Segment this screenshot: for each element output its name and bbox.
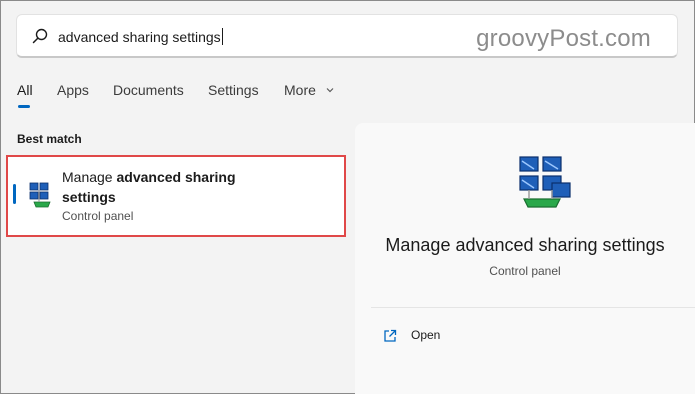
open-label: Open (411, 328, 441, 342)
tab-documents[interactable]: Documents (113, 82, 184, 98)
watermark: groovyPost.com (476, 25, 651, 52)
tab-settings[interactable]: Settings (208, 82, 259, 98)
network-sharing-icon (519, 156, 571, 208)
text-caret (221, 28, 223, 45)
preview-pane: Manage advanced sharing settings Control… (355, 123, 695, 394)
search-icon (32, 28, 48, 44)
divider (371, 307, 695, 308)
best-match-result[interactable]: Manage advanced sharing settings Control … (6, 155, 346, 237)
chevron-down-icon (326, 88, 334, 93)
network-sharing-icon (29, 182, 51, 208)
active-tab-indicator (18, 105, 30, 108)
preview-title: Manage advanced sharing settings (385, 235, 665, 255)
tab-more[interactable]: More (284, 82, 335, 98)
result-title: Manage advanced sharing settings (62, 169, 236, 205)
selection-indicator (13, 184, 16, 204)
open-external-icon (384, 329, 397, 342)
result-subtitle: Control panel (62, 209, 134, 223)
tab-all[interactable]: All (17, 82, 33, 108)
search-box[interactable]: advanced sharing settings groovyPost.com (16, 14, 678, 58)
search-input[interactable]: advanced sharing settings (58, 28, 223, 45)
preview-subtitle: Control panel (489, 264, 561, 278)
tab-apps[interactable]: Apps (57, 82, 89, 98)
best-match-heading: Best match (17, 132, 82, 146)
